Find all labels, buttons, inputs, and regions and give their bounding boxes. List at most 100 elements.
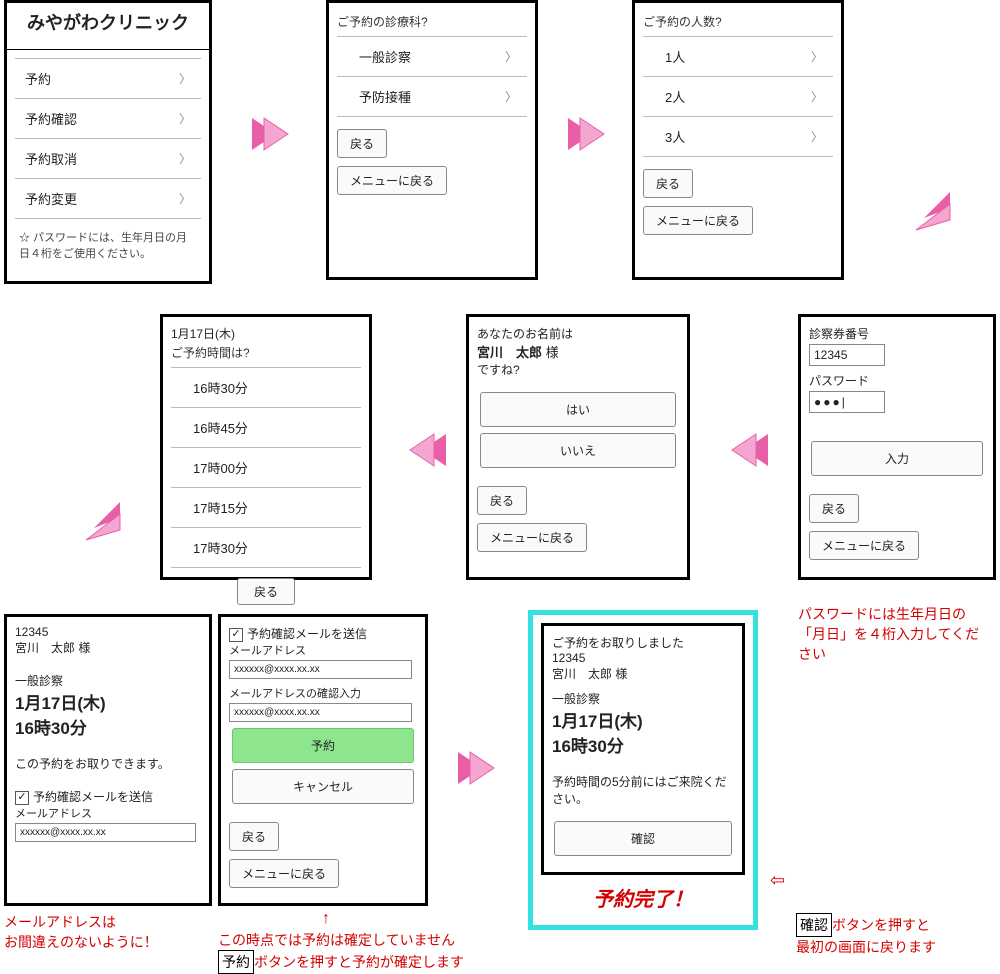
- back-button[interactable]: 戻る: [809, 494, 859, 523]
- count-item-3[interactable]: 3人〉: [643, 117, 833, 157]
- complete-id: 12345: [552, 651, 734, 665]
- chevron-right-icon: 〉: [505, 88, 517, 105]
- mail-input[interactable]: xxxxxx@xxxx.xx.xx: [15, 823, 196, 842]
- flow-arrow-right-icon: [250, 114, 296, 154]
- home-item-reserve[interactable]: 予約〉: [15, 58, 201, 99]
- panel-home: みやがわクリニック 予約〉 予約確認〉 予約取消〉 予約変更〉 ☆ パスワードに…: [4, 0, 212, 284]
- time-date: 1月17日(木): [171, 325, 361, 342]
- mail-confirm-label: メールアドレスの確認入力: [229, 685, 417, 701]
- name-prompt-2: ですね?: [477, 361, 679, 378]
- count-item-1[interactable]: 1人〉: [643, 36, 833, 77]
- home-item-cancel[interactable]: 予約取消〉: [15, 139, 201, 179]
- name-suffix: 様: [542, 345, 559, 360]
- flow-arrow-down-left-icon: [904, 190, 954, 234]
- flow-arrow-down-left-icon: [74, 500, 124, 544]
- chevron-right-icon: 〉: [505, 48, 517, 65]
- caption-not-confirmed: この時点では予約は確定していません: [218, 930, 455, 950]
- panel-summary: 12345 宮川 太郎 様 一般診察 1月17日(木) 16時30分 この予約を…: [4, 614, 212, 906]
- dept-item-general[interactable]: 一般診察〉: [337, 36, 527, 77]
- back-button[interactable]: 戻る: [477, 486, 527, 515]
- summary-msg: この予約をお取りできます。: [15, 755, 201, 772]
- enter-button[interactable]: 入力: [811, 441, 983, 476]
- complete-msg: 予約時間の5分前にはご来院ください。: [552, 773, 734, 807]
- check-icon: [15, 791, 29, 805]
- summary-date: 1月17日(木): [15, 689, 201, 714]
- caption-mail-warning: メールアドレスは お間違えのないように！: [4, 912, 158, 952]
- panel-time: 1月17日(木) ご予約時間は? 16時30分 16時45分 17時00分 17…: [160, 314, 372, 580]
- mail-input[interactable]: xxxxxx@xxxx.xx.xx: [229, 660, 412, 679]
- clinic-title: みやがわクリニック: [7, 3, 209, 50]
- count-question: ご予約の人数?: [643, 11, 833, 36]
- mail-label: メールアドレス: [229, 642, 417, 658]
- time-question: ご予約時間は?: [171, 342, 361, 367]
- chevron-right-icon: 〉: [179, 150, 191, 167]
- mail-checkbox[interactable]: 予約確認メールを送信: [15, 788, 201, 805]
- dept-item-vaccine[interactable]: 予防接種〉: [337, 77, 527, 117]
- summary-id: 12345: [15, 625, 201, 639]
- count-item-2[interactable]: 2人〉: [643, 77, 833, 117]
- back-button[interactable]: 戻る: [229, 822, 279, 851]
- summary-dept: 一般診察: [15, 672, 201, 689]
- panel-login: 診察券番号 12345 パスワード ●●●| 入力 戻る メニューに戻る: [798, 314, 996, 580]
- up-arrow-icon: ↑: [322, 910, 330, 928]
- flow-arrow-left-icon: [402, 430, 448, 470]
- menu-button[interactable]: メニューに戻る: [809, 531, 919, 560]
- chevron-right-icon: 〉: [811, 88, 823, 105]
- menu-button[interactable]: メニューに戻る: [477, 523, 587, 552]
- chevron-right-icon: 〉: [179, 110, 191, 127]
- no-button[interactable]: いいえ: [480, 433, 676, 468]
- flow-arrow-right-icon: [456, 748, 502, 788]
- back-button[interactable]: 戻る: [337, 129, 387, 158]
- reserve-button[interactable]: 予約: [232, 728, 415, 763]
- ok-box-label: 確認: [796, 913, 832, 937]
- time-item-1[interactable]: 16時30分: [171, 367, 361, 408]
- cancel-button[interactable]: キャンセル: [232, 769, 415, 804]
- card-number-label: 診察券番号: [809, 325, 985, 342]
- home-item-change[interactable]: 予約変更〉: [15, 179, 201, 219]
- mail-confirm-input[interactable]: xxxxxx@xxxx.xx.xx: [229, 703, 412, 722]
- mail-label: メールアドレス: [15, 805, 201, 821]
- ok-button[interactable]: 確認: [554, 821, 731, 856]
- complete-date: 1月17日(木): [552, 707, 734, 732]
- caption-reserve-press: 予約ボタンを押すと予約が確定します: [218, 950, 464, 974]
- chevron-right-icon: 〉: [811, 48, 823, 65]
- dept-question: ご予約の診療科?: [337, 11, 527, 36]
- menu-button[interactable]: メニューに戻る: [643, 206, 753, 235]
- complete-time: 16時30分: [552, 732, 734, 757]
- chevron-right-icon: 〉: [811, 128, 823, 145]
- check-icon: [229, 628, 243, 642]
- complete-head: ご予約をお取りしました: [552, 634, 734, 651]
- caption-password-hint: パスワードには生年月日の「月日」を４桁入力してください: [798, 604, 988, 664]
- panel-name-confirm: あなたのお名前は 宮川 太郎 様 ですね? はい いいえ 戻る メニューに戻る: [466, 314, 690, 580]
- time-item-2[interactable]: 16時45分: [171, 408, 361, 448]
- reserve-box-label: 予約: [218, 950, 254, 974]
- panel-complete: ご予約をお取りしました 12345 宮川 太郎 様 一般診察 1月17日(木) …: [528, 610, 758, 930]
- time-item-3[interactable]: 17時00分: [171, 448, 361, 488]
- flow-arrow-right-icon: [566, 114, 612, 154]
- password-label: パスワード: [809, 372, 985, 389]
- password-hint: ☆ パスワードには、生年月日の月日４桁をご使用ください。: [15, 219, 201, 271]
- back-button[interactable]: 戻る: [237, 578, 295, 605]
- complete-name: 宮川 太郎 様: [552, 665, 734, 682]
- password-input[interactable]: ●●●|: [809, 391, 885, 413]
- complete-dept: 一般診察: [552, 690, 734, 707]
- mail-checkbox[interactable]: 予約確認メールを送信: [229, 625, 417, 642]
- panel-dept: ご予約の診療科? 一般診察〉 予防接種〉 戻る メニューに戻る: [326, 0, 538, 280]
- panel-reserve: 予約確認メールを送信 メールアドレス xxxxxx@xxxx.xx.xx メール…: [218, 614, 428, 906]
- menu-button[interactable]: メニューに戻る: [229, 859, 339, 888]
- card-number-input[interactable]: 12345: [809, 344, 885, 366]
- flow-arrow-left-icon: [724, 430, 770, 470]
- menu-button[interactable]: メニューに戻る: [337, 166, 447, 195]
- time-item-4[interactable]: 17時15分: [171, 488, 361, 528]
- chevron-right-icon: 〉: [179, 190, 191, 207]
- summary-name: 宮川 太郎 様: [15, 639, 201, 656]
- chevron-right-icon: 〉: [179, 70, 191, 87]
- panel-count: ご予約の人数? 1人〉 2人〉 3人〉 戻る メニューに戻る: [632, 0, 844, 280]
- time-item-5[interactable]: 17時30分: [171, 528, 361, 568]
- home-item-confirm[interactable]: 予約確認〉: [15, 99, 201, 139]
- yes-button[interactable]: はい: [480, 392, 676, 427]
- back-button[interactable]: 戻る: [643, 169, 693, 198]
- name-prompt-1: あなたのお名前は: [477, 325, 679, 342]
- return-arrow-icon: ⇦: [770, 870, 785, 891]
- user-name: 宮川 太郎: [477, 345, 542, 360]
